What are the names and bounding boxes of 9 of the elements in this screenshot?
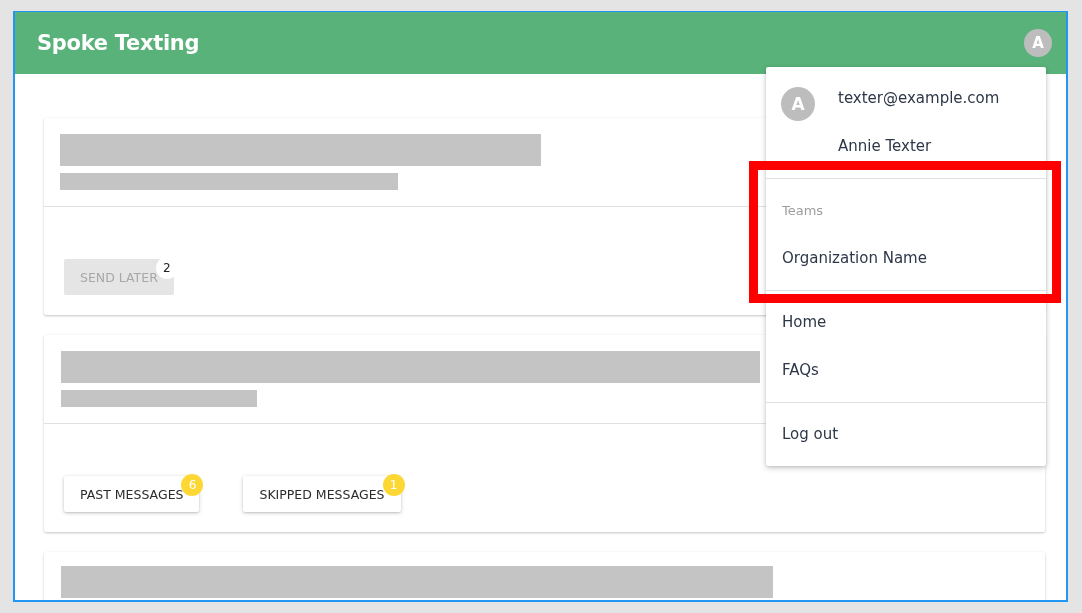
app-title: Spoke Texting xyxy=(37,31,200,55)
user-name: Annie Texter xyxy=(838,136,933,157)
menu-item[interactable]: Organization Name xyxy=(766,234,1046,282)
user-email: texter@example.com xyxy=(838,88,1000,109)
user-avatar: A xyxy=(781,87,815,121)
menu-item[interactable]: Log out xyxy=(766,410,1046,458)
menu-subheader: Teams xyxy=(782,201,824,220)
menu-item[interactable]: Home xyxy=(766,298,1046,346)
menu-item[interactable]: FAQs xyxy=(766,346,1046,394)
